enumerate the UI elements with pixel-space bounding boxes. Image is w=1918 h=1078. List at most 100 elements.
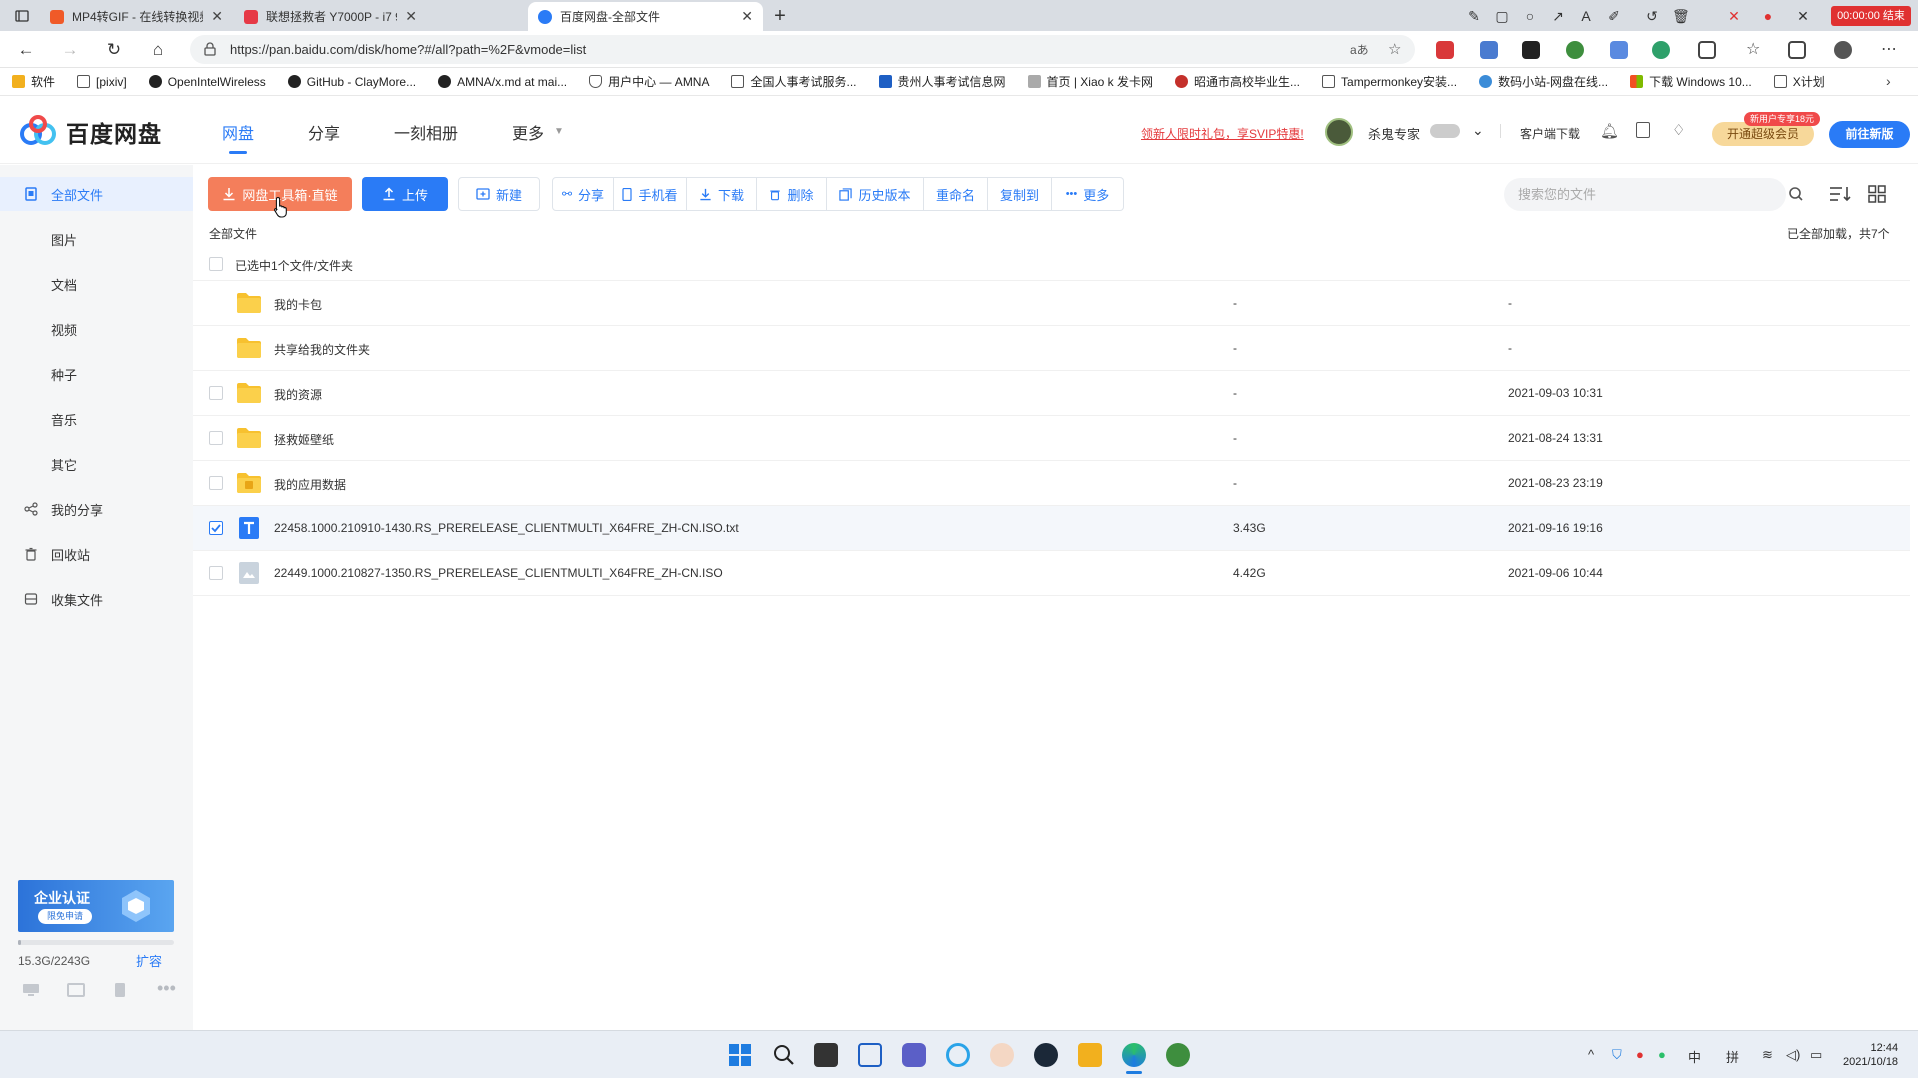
translate-icon[interactable]: aあ bbox=[1350, 41, 1369, 58]
nav-netdisk[interactable]: 网盘 bbox=[222, 120, 254, 144]
file-name[interactable]: 拯救姬壁纸 bbox=[274, 431, 334, 448]
nav-album[interactable]: 一刻相册 bbox=[394, 120, 458, 144]
file-row[interactable]: 我的卡包 - - bbox=[193, 281, 1910, 326]
download-button[interactable]: 下载 bbox=[687, 177, 757, 211]
bookmark-item[interactable]: 昭通市高校毕业生... bbox=[1175, 73, 1300, 90]
file-row[interactable]: 我的资源 - 2021-09-03 10:31 bbox=[193, 371, 1910, 416]
select-all-checkbox[interactable] bbox=[209, 257, 223, 271]
bookmark-item[interactable]: 首页 | Xiao k 发卡网 bbox=[1027, 73, 1153, 90]
extension-icon[interactable] bbox=[1480, 41, 1498, 59]
sidebar-item-videos[interactable]: 视频 bbox=[0, 312, 193, 346]
share-button[interactable]: ⚯ 分享 bbox=[552, 177, 614, 211]
security-shield-icon[interactable]: ⛉ bbox=[1612, 1047, 1622, 1063]
mobile-view-button[interactable]: 手机看 bbox=[614, 177, 687, 211]
file-row[interactable]: 22449.1000.210827-1350.RS_PRERELEASE_CLI… bbox=[193, 551, 1910, 596]
battery-icon[interactable]: ▭ bbox=[1810, 1047, 1822, 1063]
username[interactable]: 杀鬼专家 bbox=[1368, 124, 1420, 143]
extensions-puzzle-icon[interactable] bbox=[1698, 41, 1716, 59]
ime-mode-indicator[interactable]: 拼 bbox=[1726, 1047, 1739, 1066]
chevron-right-icon[interactable]: › bbox=[1886, 73, 1891, 89]
windows-start-icon[interactable] bbox=[728, 1043, 752, 1067]
more-options-icon[interactable]: ⋯ bbox=[1880, 41, 1898, 59]
sidebar-item-images[interactable]: 图片 bbox=[0, 222, 193, 256]
sidebar-item-my-shares[interactable]: 我的分享 bbox=[0, 492, 193, 526]
browser-tab-2[interactable]: 联想拯救者 Y7000P - i7 9750H ✕ bbox=[234, 2, 427, 31]
search-icon[interactable] bbox=[772, 1043, 796, 1067]
tray-overflow-icon[interactable]: ^ bbox=[1588, 1047, 1594, 1062]
extension-icon[interactable] bbox=[1436, 41, 1454, 59]
arrow-icon[interactable]: ↗ bbox=[1550, 8, 1566, 24]
sidebar-item-music[interactable]: 音乐 bbox=[0, 402, 193, 436]
browser-tab-3[interactable]: 百度网盘-全部文件 ✕ bbox=[528, 2, 763, 31]
sidebar-item-torrents[interactable]: 种子 bbox=[0, 357, 193, 391]
tab-actions-icon[interactable] bbox=[14, 8, 30, 24]
undo-icon[interactable]: ↺ bbox=[1644, 8, 1660, 24]
bookmark-item[interactable]: 下载 Windows 10... bbox=[1630, 73, 1752, 90]
row-checkbox[interactable] bbox=[209, 476, 223, 490]
text-tool-icon[interactable]: A bbox=[1578, 8, 1594, 24]
volume-icon[interactable]: ◁) bbox=[1786, 1047, 1800, 1063]
more-icon[interactable]: ••• bbox=[157, 979, 176, 997]
bookmark-item[interactable]: [pixiv] bbox=[77, 75, 127, 89]
favorites-icon[interactable]: ☆ bbox=[1746, 41, 1764, 59]
sidebar-item-collect-files[interactable]: 收集文件 bbox=[0, 582, 193, 616]
client-download-link[interactable]: 客户端下载 bbox=[1520, 125, 1580, 142]
row-checkbox[interactable] bbox=[209, 521, 223, 535]
qq-icon[interactable]: ● bbox=[1636, 1047, 1644, 1062]
delete-icon[interactable]: 🗑 bbox=[1672, 8, 1690, 24]
nav-share[interactable]: 分享 bbox=[308, 120, 340, 144]
file-name[interactable]: 我的应用数据 bbox=[274, 476, 346, 493]
home-icon[interactable]: ⌂ bbox=[148, 40, 168, 60]
close-icon[interactable]: ✕ bbox=[211, 8, 223, 25]
enterprise-apply-button[interactable]: 限免申请 bbox=[38, 909, 92, 924]
close-icon[interactable]: ✕ bbox=[405, 8, 417, 25]
new-version-button[interactable]: 前往新版 bbox=[1829, 121, 1910, 148]
browser-tab-1[interactable]: MP4转GIF - 在线转换视频文件 ✕ bbox=[40, 2, 233, 31]
extension-icon[interactable] bbox=[1566, 41, 1584, 59]
promo-link[interactable]: 领新人限时礼包，享SVIP特惠! bbox=[1141, 125, 1304, 142]
collections-icon[interactable] bbox=[1788, 41, 1806, 59]
file-name[interactable]: 22449.1000.210827-1350.RS_PRERELEASE_CLI… bbox=[274, 566, 723, 580]
chevron-down-icon[interactable]: ⌄ bbox=[1472, 122, 1484, 139]
breadcrumb[interactable]: 全部文件 bbox=[209, 225, 257, 242]
bookmark-item[interactable]: 软件 bbox=[12, 73, 55, 90]
new-folder-button[interactable]: 新建 bbox=[458, 177, 540, 211]
ime-language-indicator[interactable]: 中 bbox=[1688, 1047, 1701, 1066]
extension-icon[interactable] bbox=[1522, 41, 1540, 59]
close-icon[interactable]: ✕ bbox=[1795, 8, 1811, 24]
window-icon[interactable] bbox=[67, 983, 85, 997]
profile-avatar[interactable] bbox=[1834, 41, 1852, 59]
new-tab-button[interactable]: + bbox=[772, 6, 788, 26]
delete-button[interactable]: 删除 bbox=[757, 177, 827, 211]
sort-icon[interactable] bbox=[1828, 184, 1852, 204]
shirt-icon[interactable]: ♢ bbox=[1672, 121, 1685, 139]
bookmark-item[interactable]: 用户中心 — AMNA bbox=[589, 73, 709, 90]
grid-view-icon[interactable] bbox=[1868, 185, 1886, 203]
pen-icon[interactable]: ✎ bbox=[1466, 8, 1482, 24]
task-view-icon[interactable] bbox=[814, 1043, 838, 1067]
bookmark-item[interactable]: X计划 bbox=[1773, 73, 1825, 90]
app-icon[interactable] bbox=[990, 1043, 1014, 1067]
bookmark-item[interactable]: 贵州人事考试信息网 bbox=[878, 73, 1006, 90]
highlighter-icon[interactable]: ✐ bbox=[1606, 8, 1622, 24]
file-row[interactable]: 我的应用数据 - 2021-08-23 23:19 bbox=[193, 461, 1910, 506]
teams-chat-icon[interactable] bbox=[902, 1043, 926, 1067]
user-avatar[interactable] bbox=[1325, 118, 1353, 146]
recording-stop-button[interactable]: 00:00:00 结束 bbox=[1831, 6, 1911, 26]
widgets-icon[interactable] bbox=[858, 1043, 882, 1067]
nav-more[interactable]: 更多 bbox=[512, 120, 544, 144]
refresh-icon[interactable]: ↻ bbox=[104, 40, 124, 60]
circle-icon[interactable]: ○ bbox=[1522, 8, 1538, 24]
file-name[interactable]: 共享给我的文件夹 bbox=[274, 341, 370, 358]
wechat-icon[interactable]: ● bbox=[1658, 1047, 1666, 1062]
bell-icon[interactable]: 🔔︎ bbox=[1600, 122, 1619, 140]
clock[interactable]: 12:44 2021/10/18 bbox=[1843, 1041, 1898, 1069]
edge-browser-icon[interactable] bbox=[1122, 1043, 1146, 1067]
file-name[interactable]: 22458.1000.210910-1430.RS_PRERELEASE_CLI… bbox=[274, 521, 739, 535]
search-input[interactable] bbox=[1504, 178, 1786, 211]
file-explorer-icon[interactable] bbox=[1078, 1043, 1102, 1067]
extension-icon[interactable] bbox=[1610, 41, 1628, 59]
search-icon[interactable] bbox=[1788, 186, 1804, 202]
bookmark-item[interactable]: 全国人事考试服务... bbox=[731, 73, 857, 90]
favorite-star-icon[interactable]: ☆ bbox=[1388, 40, 1401, 58]
